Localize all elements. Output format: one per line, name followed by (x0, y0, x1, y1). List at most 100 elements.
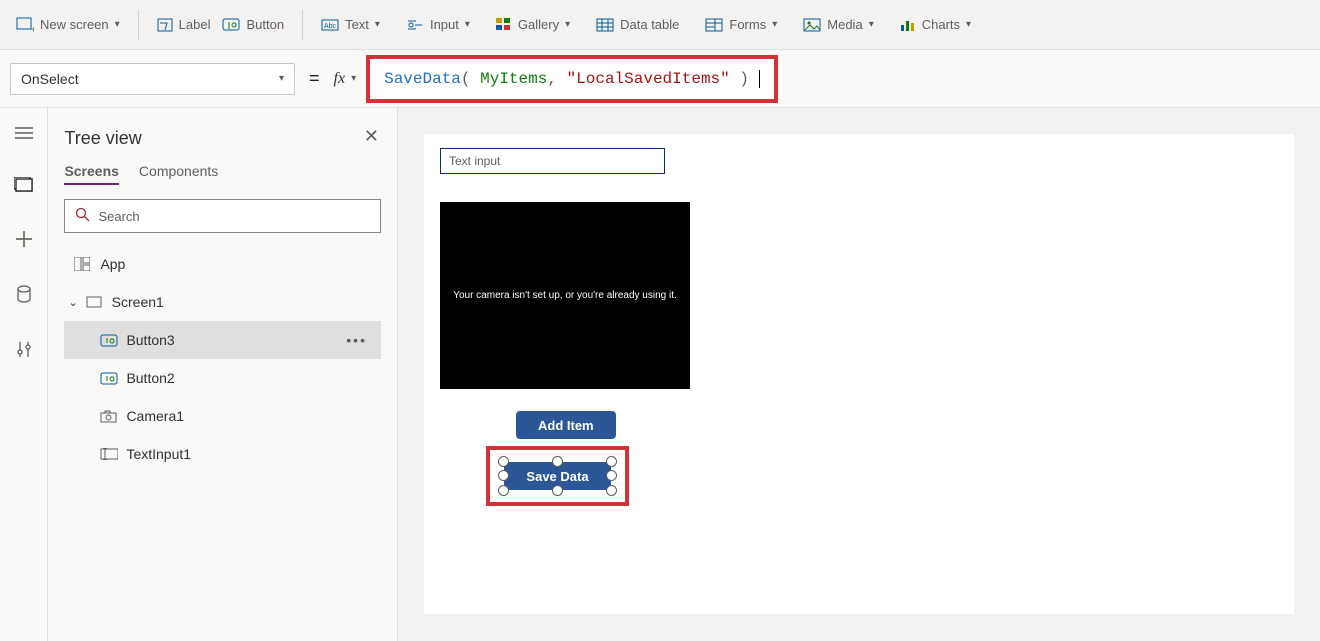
tree-item-textinput1[interactable]: TextInput1 (64, 435, 381, 473)
text-icon: Abc (321, 19, 339, 31)
equals-sign: = (309, 68, 320, 89)
tree-item-app[interactable]: App (64, 245, 381, 283)
tab-components[interactable]: Components (139, 163, 218, 185)
tree-item-button3[interactable]: Button3 ••• (64, 321, 381, 359)
tree-item-label: App (100, 256, 125, 272)
tab-screens[interactable]: Screens (64, 163, 118, 185)
button-button[interactable]: Button (216, 13, 290, 36)
charts-button-label: Charts (922, 17, 960, 32)
media-button-label: Media (827, 17, 862, 32)
label-icon (157, 18, 173, 32)
input-icon (406, 18, 424, 32)
insert-rail-icon[interactable] (15, 230, 33, 251)
more-icon[interactable]: ••• (346, 332, 367, 348)
media-icon (803, 18, 821, 32)
tree-view-panel: Tree view ✕ Screens Components Search Ap… (48, 108, 398, 641)
chevron-down-icon: ▾ (375, 19, 380, 30)
button-icon (100, 372, 118, 385)
chevron-down-icon: ▾ (565, 19, 570, 30)
camera-icon (100, 410, 118, 423)
text-button[interactable]: Abc Text ▾ (315, 13, 386, 36)
new-screen-label: New screen (40, 17, 109, 32)
save-data-highlight-box: Save Data (486, 446, 629, 506)
data-table-icon (596, 18, 614, 32)
tree-item-label: Screen1 (112, 294, 164, 310)
button-icon (222, 18, 240, 32)
button-icon (100, 334, 118, 347)
separator (302, 10, 303, 40)
tree-item-label: TextInput1 (126, 446, 191, 462)
text-input-placeholder: Text input (449, 154, 500, 168)
data-table-button[interactable]: Data table (590, 13, 685, 36)
resize-handle[interactable] (606, 485, 617, 496)
separator (138, 10, 139, 40)
top-toolbar: + New screen ▾ Label Button Abc Text ▾ I… (0, 0, 1320, 50)
tools-rail-icon[interactable] (16, 340, 32, 361)
canvas-area: Text input Your camera isn't set up, or … (398, 108, 1320, 641)
text-input-icon (100, 448, 118, 460)
label-button-label: Label (179, 17, 211, 32)
hamburger-icon[interactable] (15, 126, 33, 143)
formula-code: SaveData( MyItems, "LocalSavedItems" ) (384, 70, 759, 88)
resize-handle[interactable] (498, 485, 509, 496)
screen-icon (86, 296, 104, 308)
tree-item-label: Button3 (126, 332, 174, 348)
text-input-control[interactable]: Text input (440, 148, 665, 174)
tree-item-label: Button2 (126, 370, 174, 386)
data-rail-icon[interactable] (16, 285, 32, 306)
fx-button[interactable]: fx ▾ (334, 70, 367, 88)
close-icon[interactable]: ✕ (364, 126, 379, 147)
property-dropdown-value: OnSelect (21, 71, 79, 87)
forms-button[interactable]: Forms ▾ (699, 13, 783, 36)
svg-text:Abc: Abc (324, 23, 337, 30)
camera-control[interactable]: Your camera isn't set up, or you're alre… (440, 202, 690, 389)
chevron-down-icon: ▾ (351, 73, 356, 84)
media-button[interactable]: Media ▾ (797, 13, 879, 36)
chevron-down-icon: ▾ (966, 19, 971, 30)
left-rail (0, 108, 48, 641)
new-screen-button[interactable]: + New screen ▾ (10, 13, 126, 37)
resize-handle[interactable] (606, 456, 617, 467)
camera-message: Your camera isn't set up, or you're alre… (453, 290, 677, 301)
gallery-button[interactable]: Gallery ▾ (490, 13, 576, 36)
input-button[interactable]: Input ▾ (400, 13, 476, 36)
search-placeholder: Search (98, 209, 139, 224)
app-icon (74, 257, 92, 271)
gallery-button-label: Gallery (518, 17, 559, 32)
charts-button[interactable]: Charts ▾ (894, 13, 977, 36)
search-icon (75, 207, 90, 225)
tree-item-camera1[interactable]: Camera1 (64, 397, 381, 435)
button-button-label: Button (246, 17, 284, 32)
resize-handle[interactable] (552, 456, 563, 467)
tree-view-rail-icon[interactable] (14, 177, 34, 196)
property-dropdown[interactable]: OnSelect ▾ (10, 63, 295, 95)
charts-icon (900, 18, 916, 32)
add-item-button[interactable]: Add Item (516, 411, 616, 439)
gallery-icon (496, 18, 512, 32)
svg-text:+: + (31, 25, 34, 33)
formula-highlight-box: SaveData( MyItems, "LocalSavedItems" ) (366, 55, 777, 103)
chevron-down-icon: ▾ (869, 19, 874, 30)
forms-button-label: Forms (729, 17, 766, 32)
tree-item-screen1[interactable]: ⌄ Screen1 (64, 283, 381, 321)
new-screen-icon: + (16, 17, 34, 33)
tree-list: App ⌄ Screen1 Button3 ••• Bu (64, 245, 381, 473)
chevron-down-icon: ▾ (772, 19, 777, 30)
tree-item-button2[interactable]: Button2 (64, 359, 381, 397)
tree-item-label: Camera1 (126, 408, 184, 424)
save-data-selected-control[interactable]: Save Data (504, 462, 610, 490)
resize-handle[interactable] (606, 470, 617, 481)
fx-icon: fx (334, 70, 346, 88)
resize-handle[interactable] (552, 485, 563, 496)
tree-view-title: Tree view (64, 128, 381, 149)
canvas-screen[interactable]: Text input Your camera isn't set up, or … (424, 134, 1294, 614)
forms-icon (705, 18, 723, 32)
tree-view-tabs: Screens Components (64, 163, 381, 185)
formula-input[interactable]: SaveData( MyItems, "LocalSavedItems" ) (366, 59, 1310, 99)
chevron-down-icon: ⌄ (68, 296, 77, 309)
label-button[interactable]: Label (151, 13, 217, 36)
data-table-label: Data table (620, 17, 679, 32)
search-input[interactable]: Search (64, 199, 381, 233)
chevron-down-icon: ▾ (115, 19, 120, 30)
input-button-label: Input (430, 17, 459, 32)
